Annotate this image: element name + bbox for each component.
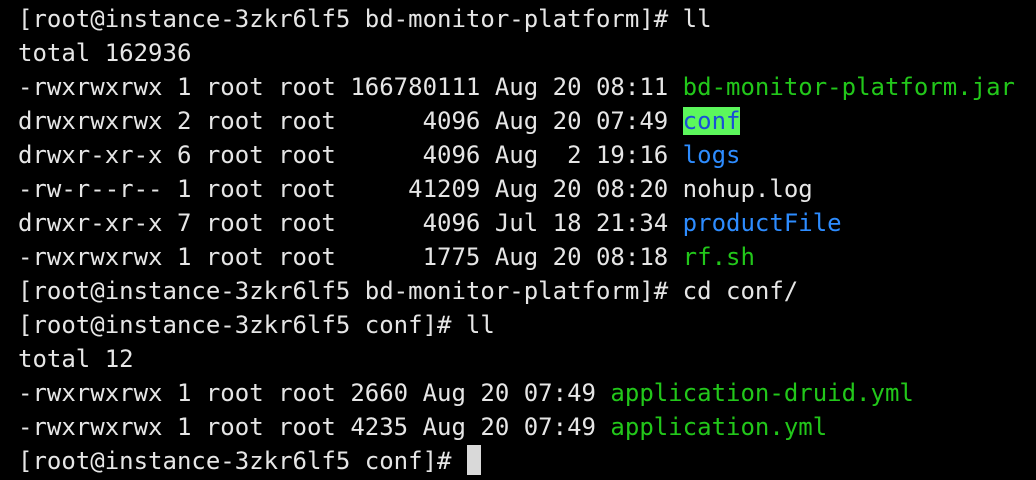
terminal-text: [root@instance-3zkr6lf5 bd-monitor-platf… — [18, 5, 712, 33]
terminal-text: drwxr-xr-x 6 root root 4096 Aug 2 19:16 — [18, 141, 683, 169]
total-line: total 162936 — [18, 36, 1036, 70]
terminal-text: -rw-r--r-- 1 root root 41209 Aug 20 08:2… — [18, 175, 683, 203]
executable-file-name: bd-monitor-platform.jar — [682, 73, 1016, 101]
total-line: total 12 — [18, 342, 1036, 376]
file-row: drwxr-xr-x 7 root root 4096 Jul 18 21:34… — [18, 206, 1036, 240]
terminal-text: total 162936 — [18, 39, 192, 67]
directory-name: productFile — [682, 209, 842, 237]
file-row: drwxr-xr-x 6 root root 4096 Aug 2 19:16 … — [18, 138, 1036, 172]
terminal-text: -rwxrwxrwx 1 root root 2660 Aug 20 07:49 — [18, 379, 611, 407]
world-writable-directory-name: conf — [682, 107, 741, 135]
terminal-text: drwxrwxrwx 2 root root 4096 Aug 20 07:49 — [18, 107, 683, 135]
file-row: -rw-r--r-- 1 root root 41209 Aug 20 08:2… — [18, 172, 1036, 206]
terminal-text: total 12 — [18, 345, 134, 373]
executable-file-name: application-druid.yml — [610, 379, 914, 407]
terminal-text: -rwxrwxrwx 1 root root 4235 Aug 20 07:49 — [18, 413, 611, 441]
terminal-text: -rwxrwxrwx 1 root root 166780111 Aug 20 … — [18, 73, 683, 101]
terminal-text: drwxr-xr-x 7 root root 4096 Jul 18 21:34 — [18, 209, 683, 237]
file-row: -rwxrwxrwx 1 root root 2660 Aug 20 07:49… — [18, 376, 1036, 410]
terminal-text: [root@instance-3zkr6lf5 conf]# — [18, 447, 466, 475]
text-cursor — [466, 445, 481, 475]
executable-file-name: application.yml — [610, 413, 828, 441]
terminal-text: [root@instance-3zkr6lf5 conf]# ll — [18, 311, 495, 339]
terminal-text: [root@instance-3zkr6lf5 bd-monitor-platf… — [18, 277, 799, 305]
terminal-output[interactable]: [root@instance-3zkr6lf5 bd-monitor-platf… — [0, 0, 1036, 480]
file-row: drwxrwxrwx 2 root root 4096 Aug 20 07:49… — [18, 104, 1036, 138]
file-row: -rwxrwxrwx 1 root root 4235 Aug 20 07:49… — [18, 410, 1036, 444]
terminal-text: -rwxrwxrwx 1 root root 1775 Aug 20 08:18 — [18, 243, 683, 271]
prompt-line: [root@instance-3zkr6lf5 bd-monitor-platf… — [18, 2, 1036, 36]
prompt-line: [root@instance-3zkr6lf5 bd-monitor-platf… — [18, 274, 1036, 308]
directory-name: logs — [682, 141, 741, 169]
prompt-line: [root@instance-3zkr6lf5 conf]# ll — [18, 308, 1036, 342]
file-row: -rwxrwxrwx 1 root root 1775 Aug 20 08:18… — [18, 240, 1036, 274]
terminal-text: nohup.log — [682, 175, 813, 203]
active-prompt-line: [root@instance-3zkr6lf5 conf]# — [18, 444, 1036, 478]
executable-file-name: rf.sh — [682, 243, 755, 271]
file-row: -rwxrwxrwx 1 root root 166780111 Aug 20 … — [18, 70, 1036, 104]
